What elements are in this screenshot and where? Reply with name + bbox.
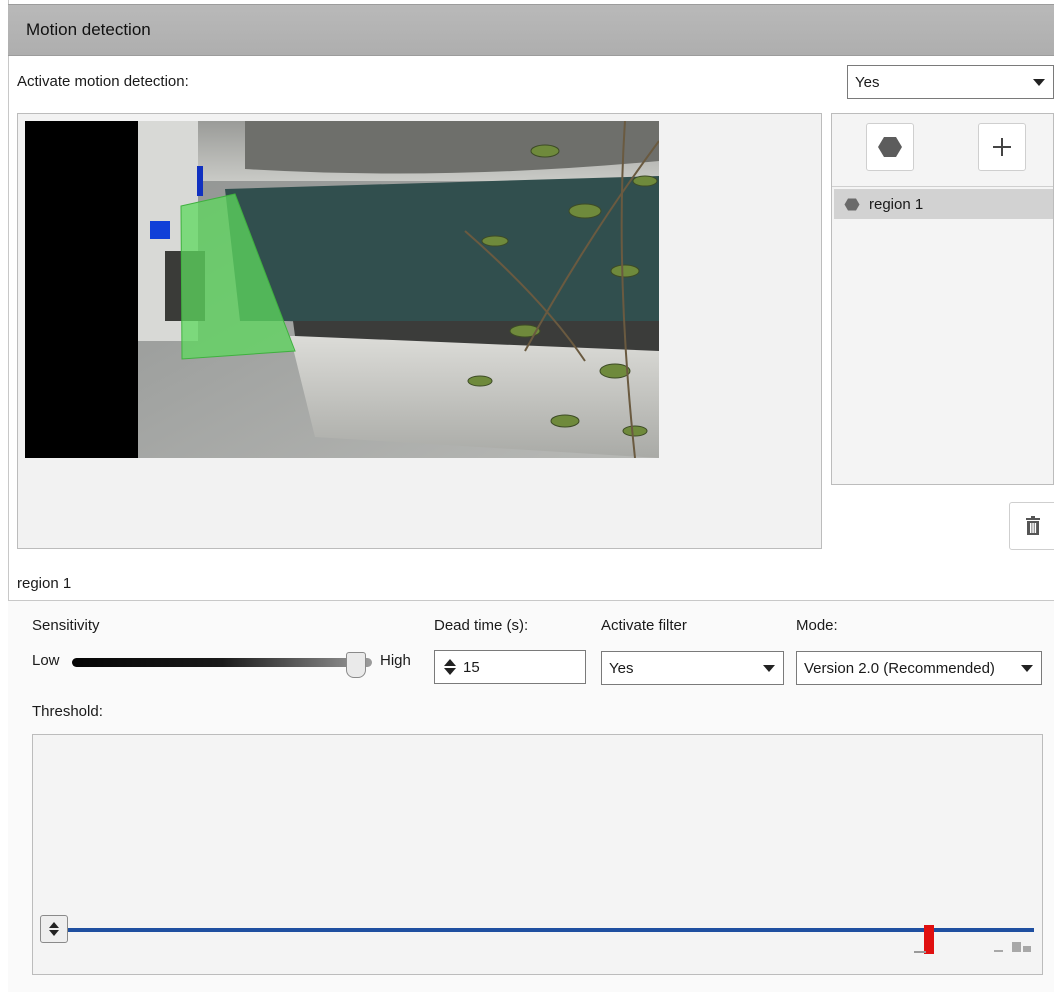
section-header: Motion detection bbox=[8, 4, 1054, 56]
add-region-button[interactable] bbox=[978, 123, 1026, 171]
plus-icon bbox=[993, 138, 1011, 156]
chevron-down-icon bbox=[763, 665, 775, 672]
dead-time-value: 15 bbox=[463, 658, 480, 676]
hexagon-icon bbox=[878, 137, 902, 157]
activate-filter-value: Yes bbox=[609, 659, 634, 677]
mode-value: Version 2.0 (Recommended) bbox=[804, 659, 995, 677]
trash-icon bbox=[1026, 516, 1040, 535]
minimize-icon[interactable] bbox=[994, 950, 1003, 952]
list-item[interactable]: region 1 bbox=[834, 189, 1053, 219]
dead-time-input[interactable]: 15 bbox=[434, 650, 586, 684]
sensitivity-slider-thumb[interactable] bbox=[346, 652, 366, 678]
sensitivity-high-label: High bbox=[380, 652, 411, 669]
motion-level-baseline bbox=[914, 951, 926, 953]
sensitivity-label: Sensitivity bbox=[32, 617, 100, 634]
threshold-graph[interactable] bbox=[32, 734, 1043, 975]
mode-label: Mode: bbox=[796, 617, 838, 634]
threshold-spinner[interactable] bbox=[40, 915, 68, 943]
dead-time-label: Dead time (s): bbox=[434, 617, 529, 634]
delete-region-button[interactable] bbox=[1009, 502, 1054, 550]
spinner-arrows-icon bbox=[49, 922, 59, 936]
video-preview-container bbox=[17, 113, 822, 549]
chart-bar-icon[interactable] bbox=[1012, 942, 1021, 952]
chart-bar-icon-small bbox=[1023, 946, 1031, 952]
section-title: Motion detection bbox=[26, 20, 151, 39]
camera-image bbox=[25, 121, 659, 458]
motion-level-bar bbox=[924, 925, 934, 954]
chevron-down-icon bbox=[1021, 665, 1033, 672]
chevron-down-icon bbox=[1033, 79, 1045, 86]
activate-motion-select[interactable]: Yes bbox=[847, 65, 1054, 99]
mode-select[interactable]: Version 2.0 (Recommended) bbox=[796, 651, 1042, 685]
sensitivity-low-label: Low bbox=[32, 652, 60, 669]
selected-region-title: region 1 bbox=[17, 575, 72, 592]
activate-motion-value: Yes bbox=[855, 73, 880, 91]
camera-preview[interactable] bbox=[25, 121, 659, 458]
activate-filter-label: Activate filter bbox=[601, 617, 687, 634]
spinner-arrows-icon[interactable] bbox=[443, 658, 457, 676]
activate-filter-select[interactable]: Yes bbox=[601, 651, 784, 685]
threshold-label: Threshold: bbox=[32, 703, 103, 720]
hexagon-icon bbox=[844, 198, 860, 210]
region-panel: region 1 bbox=[831, 113, 1054, 485]
threshold-line[interactable] bbox=[68, 928, 1034, 932]
region-item-label: region 1 bbox=[869, 195, 924, 213]
activate-motion-label: Activate motion detection: bbox=[17, 73, 189, 90]
region-list: region 1 bbox=[832, 186, 1053, 484]
sensitivity-slider-track[interactable] bbox=[72, 658, 372, 667]
draw-region-button[interactable] bbox=[866, 123, 914, 171]
